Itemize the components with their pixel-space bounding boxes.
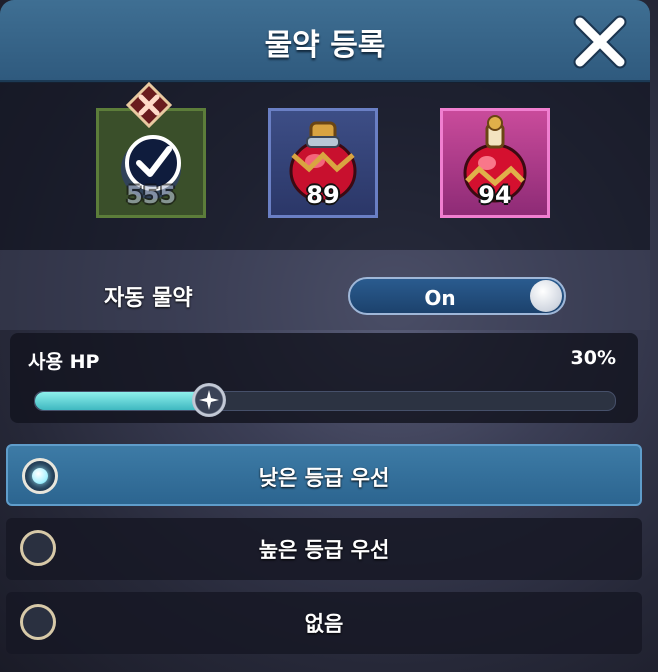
priority-option-low-grade[interactable]: 낮은 등급 우선 xyxy=(6,444,642,506)
potion-register-dialog: 물약 등록 555 89 94 자동 물약 On 사용 HP 30% 낮은 등급… xyxy=(0,0,658,672)
priority-option-high-grade[interactable]: 높은 등급 우선 xyxy=(6,518,642,580)
slot-3-count: 94 xyxy=(478,181,512,209)
hp-threshold-panel: 사용 HP 30% xyxy=(10,333,638,423)
slot-1-count: 555 xyxy=(125,181,177,209)
hp-threshold-label: 사용 HP xyxy=(28,351,100,373)
hp-threshold-value: 30% xyxy=(570,347,616,369)
option-label: 낮은 등급 우선 xyxy=(258,466,390,490)
hp-slider-thumb[interactable] xyxy=(192,383,226,417)
hp-slider[interactable] xyxy=(34,383,616,417)
remove-potion-icon[interactable] xyxy=(125,81,173,129)
auto-potion-toggle[interactable]: On xyxy=(348,277,566,315)
hp-slider-fill xyxy=(35,392,209,410)
potion-slot-2[interactable]: 89 xyxy=(268,108,378,218)
slot-2-count: 89 xyxy=(306,181,340,209)
potion-slot-3[interactable]: 94 xyxy=(440,108,550,218)
option-label: 높은 등급 우선 xyxy=(258,538,390,562)
dialog-header: 물약 등록 xyxy=(0,0,650,83)
auto-potion-label: 자동 물약 xyxy=(104,286,193,311)
option-label: 없음 xyxy=(304,612,344,636)
priority-option-none[interactable]: 없음 xyxy=(6,592,642,654)
auto-potion-row: 자동 물약 On xyxy=(0,250,650,330)
dialog-title: 물약 등록 xyxy=(264,28,386,63)
toggle-knob[interactable] xyxy=(530,280,562,312)
close-x-icon[interactable] xyxy=(572,14,628,70)
potion-slot-bar: 555 89 94 xyxy=(0,82,650,250)
toggle-state-label: On xyxy=(424,286,456,310)
sparkle-icon xyxy=(199,390,219,410)
